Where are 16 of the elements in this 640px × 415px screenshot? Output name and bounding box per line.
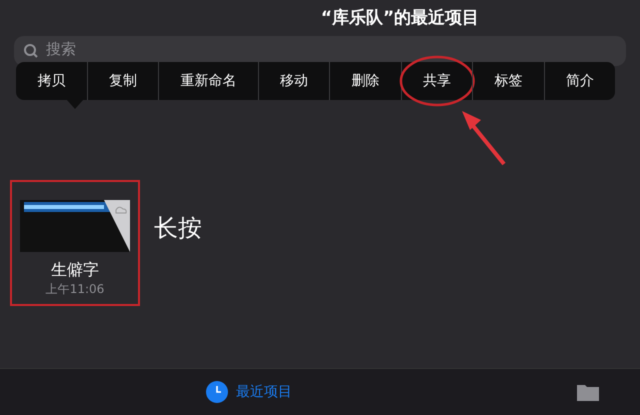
menu-item[interactable]: 简介 xyxy=(544,62,615,100)
clock-icon xyxy=(206,381,228,403)
file-tile[interactable]: 生僻字 上午11:06 xyxy=(10,180,140,306)
tab[interactable] xyxy=(576,382,600,402)
menu-item[interactable]: 重新命名 xyxy=(159,62,258,100)
window-title: “库乐队”的最近项目 xyxy=(320,7,480,30)
file-name: 生僻字 xyxy=(51,260,99,281)
tab[interactable]: 最近项目 xyxy=(206,381,292,403)
menu-item[interactable]: 复制 xyxy=(88,62,158,100)
annotation-label: 长按 xyxy=(154,213,202,244)
folder-icon xyxy=(576,382,600,402)
file-time: 上午11:06 xyxy=(46,281,104,298)
menu-item[interactable]: 删除 xyxy=(330,62,400,100)
menu-item[interactable]: 标签 xyxy=(473,62,544,100)
menu-item[interactable]: 移动 xyxy=(258,62,329,100)
search-icon xyxy=(23,43,39,59)
